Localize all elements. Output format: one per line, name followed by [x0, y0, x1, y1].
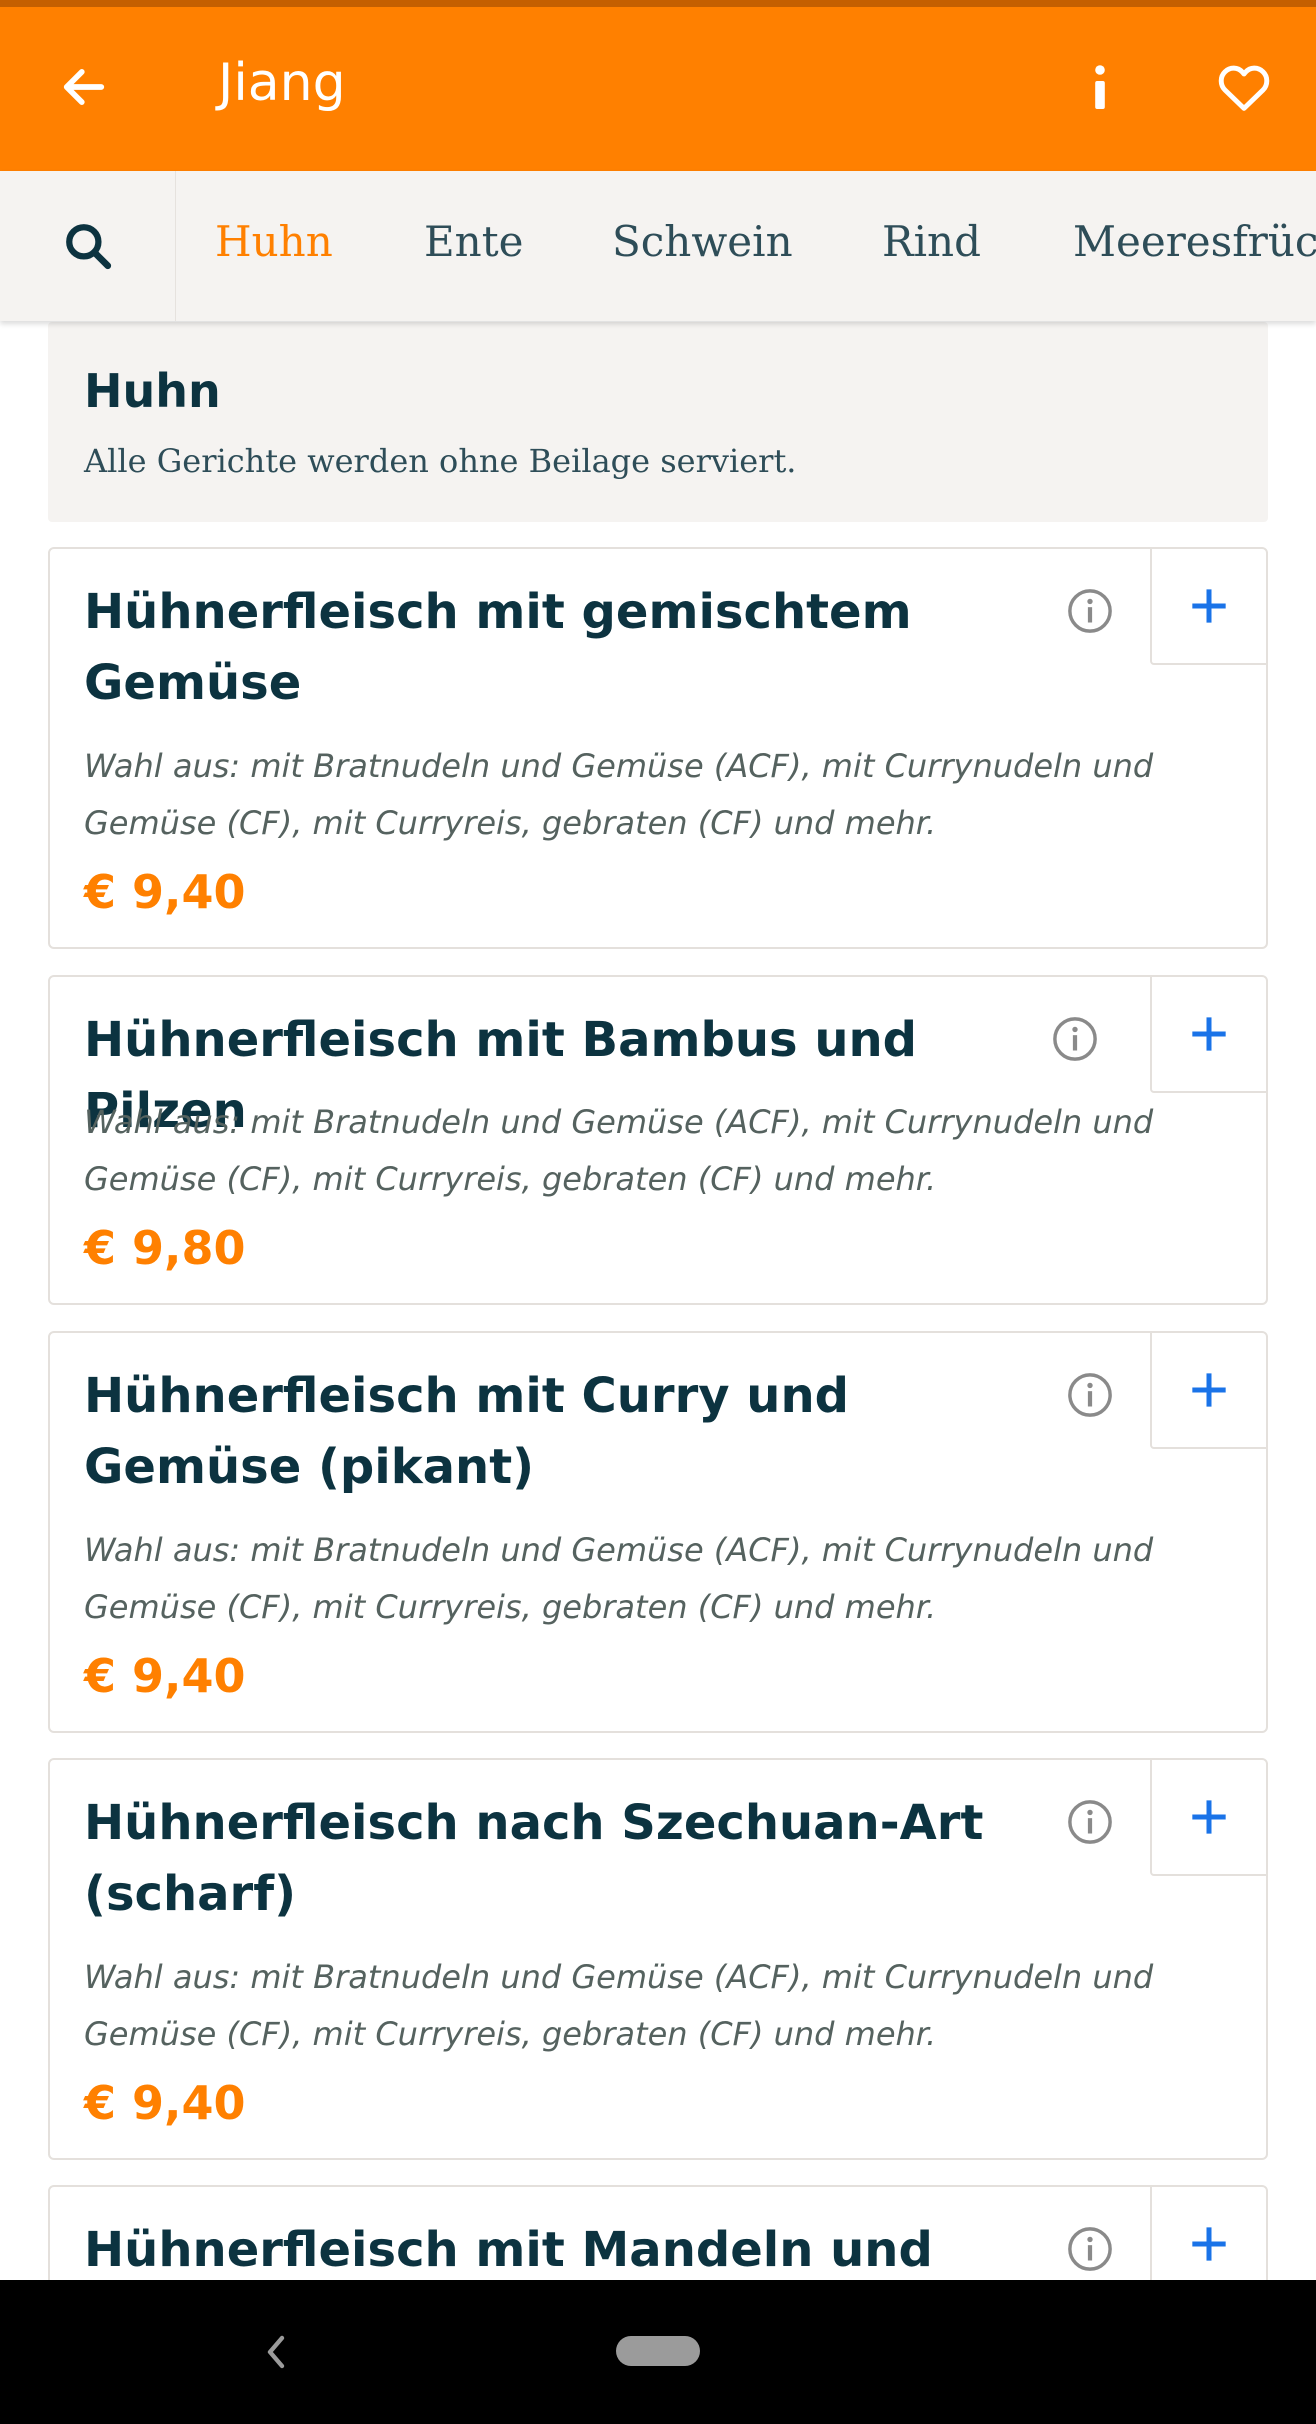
arrow-left-icon [63, 69, 105, 105]
dish-card[interactable]: Hühnerfleisch nach Szechuan-Art (scharf)… [48, 1758, 1268, 2160]
info-circle-icon [1053, 1017, 1097, 1061]
dish-info-button[interactable] [1060, 2219, 1120, 2279]
plus-icon [1192, 1800, 1226, 1834]
dish-name: Hühnerfleisch mit Mandeln und [84, 2222, 933, 2278]
dish-name: Hühnerfleisch mit Curry und Gemüse (pika… [84, 1368, 849, 1495]
dish-name: Hühnerfleisch mit gemischtem Gemüse [84, 584, 912, 711]
favorite-button[interactable] [1204, 47, 1284, 127]
dish-description: Wahl aus: mit Bratnudeln und Gemüse (ACF… [84, 1958, 1154, 2053]
app-bar: Jiang [0, 7, 1316, 171]
dish-price: € 9,40 [84, 2076, 246, 2130]
home-pill-icon[interactable] [616, 2336, 700, 2366]
add-to-cart-button[interactable] [1150, 1760, 1266, 1876]
add-to-cart-button[interactable] [1150, 549, 1266, 665]
restaurant-info-button[interactable] [1060, 47, 1140, 127]
section-header: Huhn Alle Gerichte werden ohne Beilage s… [48, 322, 1268, 522]
search-icon [65, 224, 111, 270]
info-circle-icon [1068, 1373, 1112, 1417]
tab-ente[interactable]: Ente [424, 217, 523, 267]
dish-info-button[interactable] [1060, 1365, 1120, 1425]
category-bar: Huhn Ente Schwein Rind Meeresfrüch [0, 171, 1316, 321]
dish-description: Wahl aus: mit Bratnudeln und Gemüse (ACF… [84, 1531, 1154, 1626]
chevron-left-icon [267, 2335, 285, 2369]
back-button[interactable] [44, 47, 124, 127]
dish-description: Wahl aus: mit Bratnudeln und Gemüse (ACF… [84, 747, 1154, 842]
dish-card[interactable]: Hühnerfleisch mit Curry und Gemüse (pika… [48, 1331, 1268, 1733]
dish-info-button[interactable] [1060, 581, 1120, 641]
dish-card[interactable]: Hühnerfleisch mit Bambus und Pilzen Wahl… [48, 975, 1268, 1305]
section-title: Huhn [84, 364, 221, 418]
add-to-cart-button[interactable] [1150, 977, 1266, 1093]
plus-icon [1192, 589, 1226, 623]
system-back-button[interactable] [236, 2312, 316, 2392]
heart-outline-icon [1218, 65, 1270, 111]
dish-description: Wahl aus: mit Bratnudeln und Gemüse (ACF… [84, 1103, 1154, 1198]
add-to-cart-button[interactable] [1150, 1333, 1266, 1449]
plus-icon [1192, 1017, 1226, 1051]
status-bar-strip [0, 0, 1316, 7]
dish-price: € 9,40 [84, 865, 246, 919]
tab-schwein[interactable]: Schwein [612, 217, 793, 267]
tab-meeresfruechte[interactable]: Meeresfrüch [1073, 217, 1316, 267]
plus-icon [1192, 1373, 1226, 1407]
dish-price: € 9,80 [84, 1221, 246, 1275]
dish-info-button[interactable] [1060, 1792, 1120, 1852]
system-navigation-bar [0, 2280, 1316, 2424]
tab-huhn[interactable]: Huhn [215, 217, 333, 267]
info-icon [1095, 65, 1105, 109]
dish-info-button[interactable] [1045, 1009, 1105, 1069]
plus-icon [1192, 2227, 1226, 2261]
dish-name: Hühnerfleisch nach Szechuan-Art (scharf) [84, 1795, 984, 1922]
info-circle-icon [1068, 1800, 1112, 1844]
dish-price: € 9,40 [84, 1649, 246, 1703]
tab-rind[interactable]: Rind [882, 217, 981, 267]
search-button[interactable] [0, 171, 176, 321]
section-subtitle: Alle Gerichte werden ohne Beilage servie… [84, 442, 797, 480]
info-circle-icon [1068, 2227, 1112, 2271]
info-circle-icon [1068, 589, 1112, 633]
dish-card[interactable]: Hühnerfleisch mit gemischtem Gemüse Wahl… [48, 547, 1268, 949]
restaurant-title: Jiang [218, 53, 346, 113]
